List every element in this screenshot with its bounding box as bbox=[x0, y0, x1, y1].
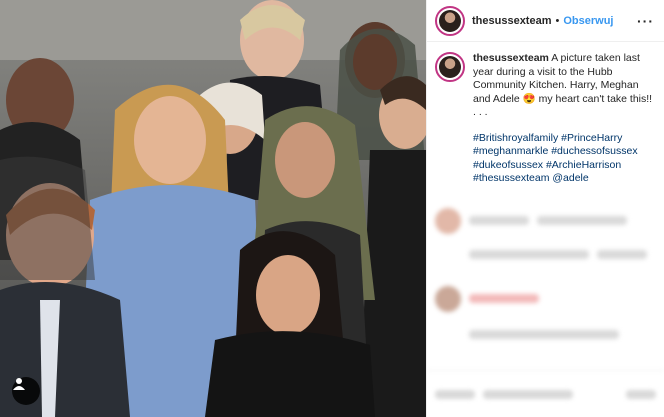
post-sidebar: thesussexteam • Obserwuj ··· thesussexte… bbox=[426, 0, 664, 417]
post-header: thesussexteam • Obserwuj ··· bbox=[427, 0, 664, 42]
follow-button[interactable]: Obserwuj bbox=[563, 15, 613, 27]
blurred-comment bbox=[427, 207, 664, 234]
header-separator: • bbox=[555, 14, 560, 27]
more-options-icon[interactable]: ··· bbox=[637, 13, 654, 29]
blurred-comment bbox=[427, 241, 664, 268]
caption-ellipsis: . . . bbox=[473, 106, 488, 118]
header-username[interactable]: thesussexteam bbox=[472, 15, 552, 27]
caption-hashtags[interactable]: #Britishroyalfamily #PrinceHarry #meghan… bbox=[473, 132, 653, 186]
blurred-comment bbox=[427, 285, 664, 312]
caption-avatar[interactable] bbox=[435, 52, 465, 82]
user-tag-icon[interactable] bbox=[12, 377, 40, 405]
avatar[interactable] bbox=[435, 5, 465, 36]
blurred-actions bbox=[427, 370, 664, 417]
caption-text-block: thesussexteam A picture taken last year … bbox=[473, 52, 653, 186]
person-icon bbox=[13, 378, 25, 390]
post-photo[interactable] bbox=[0, 0, 426, 417]
instagram-post: thesussexteam • Obserwuj ··· thesussexte… bbox=[0, 0, 664, 417]
post-caption: thesussexteam A picture taken last year … bbox=[427, 42, 664, 186]
blurred-comment bbox=[427, 321, 664, 348]
group-photo bbox=[0, 0, 426, 417]
caption-username[interactable]: thesussexteam bbox=[473, 52, 549, 64]
